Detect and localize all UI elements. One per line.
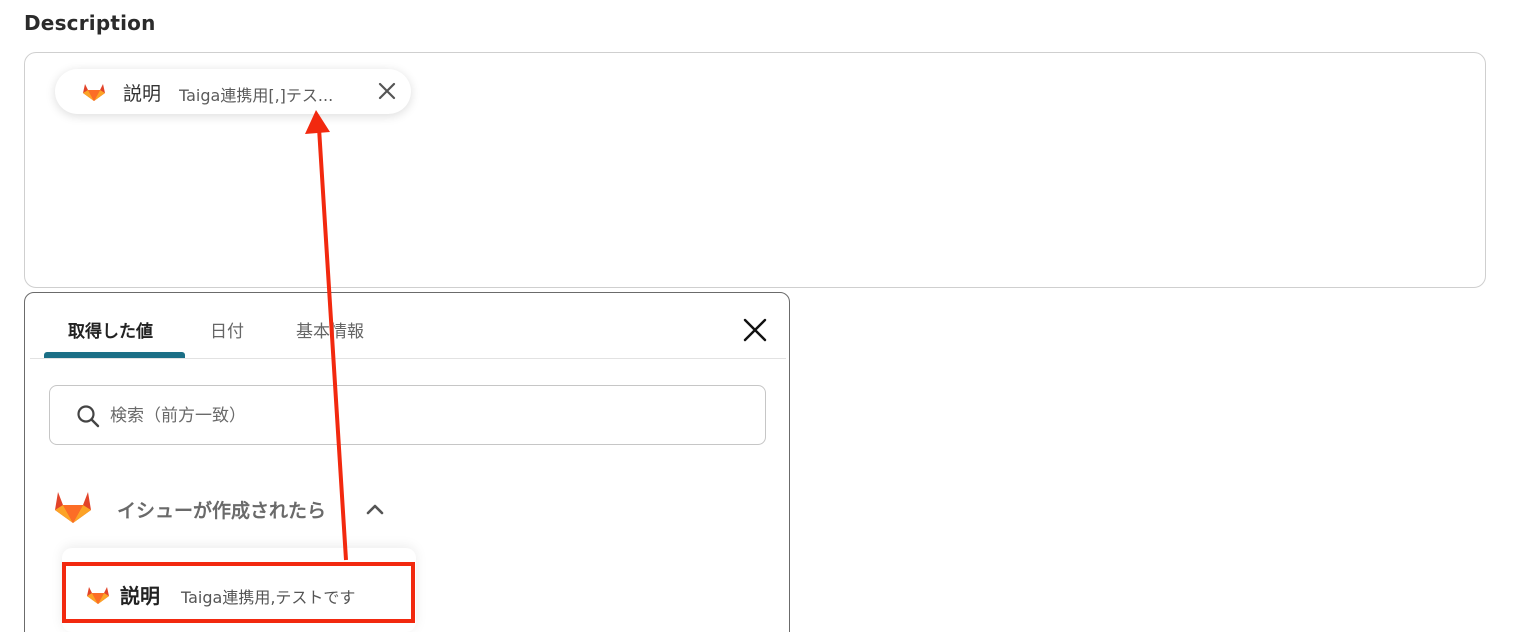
chip-value: Taiga連携用[,]テス...	[179, 86, 334, 105]
picker-tabs: 取得した値 日付 基本情報	[30, 293, 786, 359]
gitlab-icon	[83, 84, 105, 101]
active-tab-indicator	[44, 352, 185, 358]
list-item-description[interactable]: 説明 Taiga連携用,テストです	[62, 562, 415, 623]
list-item-value: Taiga連携用,テストです	[181, 588, 356, 607]
tab-basic-info[interactable]: 基本情報	[296, 317, 364, 342]
trigger-group-label[interactable]: イシューが作成されたら	[117, 496, 326, 523]
value-chip[interactable]: 説明 Taiga連携用[,]テス...	[55, 69, 411, 114]
close-icon[interactable]	[742, 317, 768, 343]
search-icon	[77, 405, 100, 428]
search-input[interactable]	[108, 400, 732, 432]
search-box[interactable]	[49, 385, 766, 445]
tab-acquired-values[interactable]: 取得した値	[68, 317, 153, 342]
chip-name: 説明	[123, 83, 162, 105]
chevron-up-icon[interactable]	[364, 499, 386, 519]
description-label: Description	[24, 11, 156, 35]
gitlab-icon	[87, 587, 109, 604]
chip-remove-icon[interactable]	[377, 81, 397, 101]
tab-date[interactable]: 日付	[210, 317, 244, 342]
gitlab-icon	[55, 492, 91, 523]
list-item-name: 説明	[120, 584, 160, 608]
screen: Description 説明 Taiga連携用[,]テス... 取得した値 日付…	[0, 0, 1514, 632]
